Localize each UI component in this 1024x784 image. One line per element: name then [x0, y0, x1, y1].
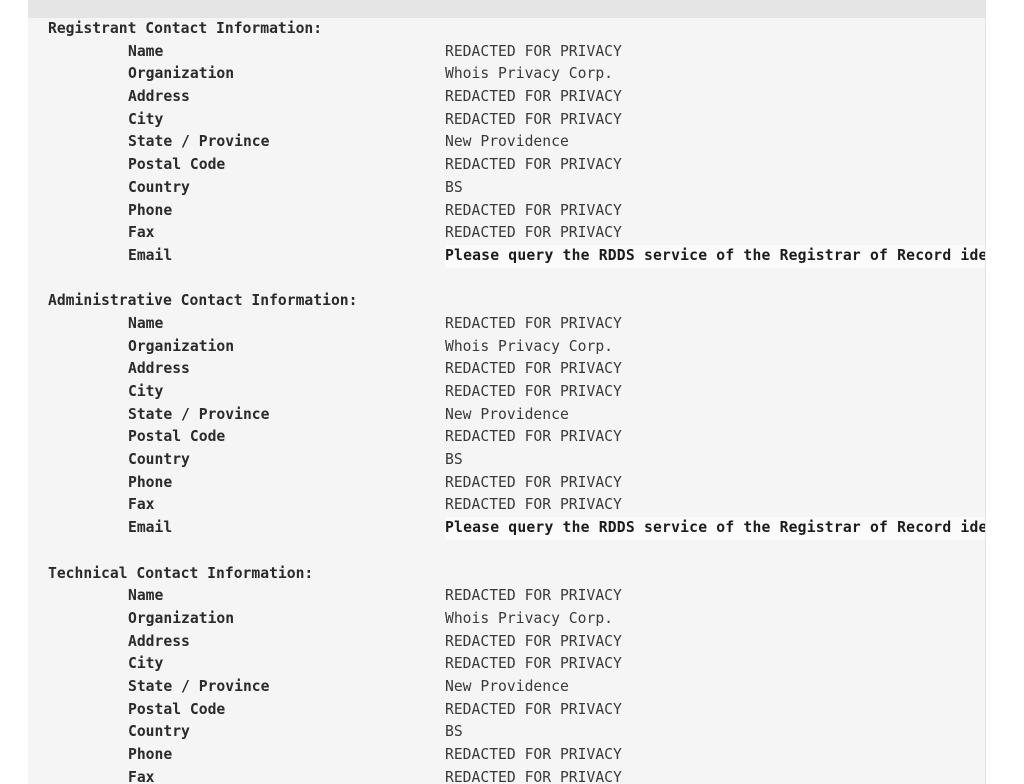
top-gray-band [28, 0, 985, 18]
field-value: BS [445, 451, 463, 469]
field-label: City [128, 110, 164, 128]
field-label: Address [128, 360, 190, 378]
field-label: Name [128, 42, 164, 60]
field-value: New Providence [445, 677, 569, 695]
section-heading: Administrative Contact Information: [48, 292, 358, 310]
field-row: Name REDACTED FOR PRIVACY [28, 41, 985, 64]
field-row: Address REDACTED FOR PRIVACY [28, 358, 985, 381]
field-value: BS [445, 723, 463, 741]
field-value: REDACTED FOR PRIVACY [445, 88, 622, 106]
field-value: REDACTED FOR PRIVACY [445, 224, 622, 242]
field-label: Name [128, 314, 164, 332]
field-row: Fax REDACTED FOR PRIVACY [28, 222, 985, 245]
field-row: State / Province New Providence [28, 404, 985, 427]
field-row: Organization Whois Privacy Corp. [28, 608, 985, 631]
field-row: Email Please query the RDDS service of th… [28, 244, 985, 268]
contact-section: Administrative Contact Information: Name R… [28, 290, 985, 540]
field-row: City REDACTED FOR PRIVACY [28, 381, 985, 404]
field-label: Country [128, 723, 190, 741]
field-label: Email [128, 246, 173, 264]
field-row: City REDACTED FOR PRIVACY [28, 653, 985, 676]
field-label: Postal Code [128, 428, 226, 446]
field-label: Organization [128, 65, 235, 83]
field-label: Email [128, 519, 173, 537]
field-row: Postal Code REDACTED FOR PRIVACY [28, 426, 985, 449]
field-label: Address [128, 632, 190, 650]
field-row: Postal Code REDACTED FOR PRIVACY [28, 154, 985, 177]
field-value: REDACTED FOR PRIVACY [445, 42, 622, 60]
field-row: Phone REDACTED FOR PRIVACY [28, 200, 985, 223]
field-value: REDACTED FOR PRIVACY [445, 655, 622, 673]
field-value: REDACTED FOR PRIVACY [445, 632, 622, 650]
field-label: Phone [128, 201, 173, 219]
field-label: Organization [128, 337, 235, 355]
field-row: Phone REDACTED FOR PRIVACY [28, 744, 985, 767]
field-row: Fax REDACTED FOR PRIVACY [28, 494, 985, 517]
field-value: REDACTED FOR PRIVACY [445, 383, 622, 400]
field-value: REDACTED FOR PRIVACY [445, 496, 622, 514]
field-row: Name REDACTED FOR PRIVACY [28, 585, 985, 608]
field-row: Name REDACTED FOR PRIVACY [28, 313, 985, 336]
field-value: REDACTED FOR PRIVACY [445, 700, 622, 718]
field-value: REDACTED FOR PRIVACY [445, 768, 622, 784]
field-label: Address [128, 88, 190, 106]
field-value: REDACTED FOR PRIVACY [445, 428, 622, 446]
field-value: REDACTED FOR PRIVACY [445, 473, 622, 491]
field-value: REDACTED FOR PRIVACY [445, 156, 622, 174]
field-label: Country [128, 178, 190, 196]
field-label: City [128, 655, 164, 673]
field-value: REDACTED FOR PRIVACY [445, 587, 622, 605]
field-label: Name [128, 587, 164, 605]
field-value: REDACTED FOR PRIVACY [445, 110, 622, 128]
field-label: Phone [128, 473, 173, 491]
field-value: Please query the RDDS service of the Reg… [445, 517, 985, 540]
field-label: Fax [128, 768, 155, 784]
field-label: State / Province [128, 405, 270, 423]
field-row: Country BS [28, 177, 985, 200]
field-label: State / Province [128, 133, 270, 151]
field-row: Organization Whois Privacy Corp. [28, 63, 985, 86]
field-value: Whois Privacy Corp. [445, 609, 614, 627]
field-label: Phone [128, 746, 173, 763]
field-value: BS [445, 178, 463, 196]
field-value: REDACTED FOR PRIVACY [445, 746, 622, 763]
field-value: New Providence [445, 405, 569, 423]
field-value: REDACTED FOR PRIVACY [445, 314, 622, 332]
whois-text-body: Registrant Contact Information: Name REDAC… [28, 18, 985, 784]
field-row: Email Please query the RDDS service of th… [28, 517, 985, 540]
field-row: State / Province New Providence [28, 676, 985, 699]
field-value: Whois Privacy Corp. [445, 65, 614, 83]
field-label: Fax [128, 496, 155, 514]
whois-document-column: Registrant Contact Information: Name REDAC… [28, 0, 986, 784]
field-label: Fax [128, 224, 155, 242]
field-value: Please query the RDDS service of the Reg… [445, 244, 985, 268]
section-heading: Technical Contact Information: [48, 564, 314, 582]
field-label: Postal Code [128, 700, 226, 718]
field-value: REDACTED FOR PRIVACY [445, 201, 622, 219]
field-row: Address REDACTED FOR PRIVACY [28, 631, 985, 654]
field-row: City REDACTED FOR PRIVACY [28, 109, 985, 132]
field-row: Phone REDACTED FOR PRIVACY [28, 472, 985, 495]
field-row: Country BS [28, 721, 985, 744]
contact-section: Technical Contact Information: Name REDACT… [28, 563, 985, 784]
field-label: Postal Code [128, 156, 226, 174]
field-value: Whois Privacy Corp. [445, 337, 614, 355]
field-label: City [128, 383, 164, 400]
field-row: Postal Code REDACTED FOR PRIVACY [28, 699, 985, 722]
page-root: Registrant Contact Information: Name REDAC… [0, 0, 1024, 784]
field-label: Country [128, 451, 190, 469]
field-row: State / Province New Providence [28, 131, 985, 154]
field-label: State / Province [128, 677, 270, 695]
field-label: Organization [128, 609, 235, 627]
field-row: Country BS [28, 449, 985, 472]
field-value: New Providence [445, 133, 569, 151]
field-row: Organization Whois Privacy Corp. [28, 336, 985, 359]
field-value: REDACTED FOR PRIVACY [445, 360, 622, 378]
field-row: Fax REDACTED FOR PRIVACY [28, 767, 985, 784]
field-row: Address REDACTED FOR PRIVACY [28, 86, 985, 109]
section-heading: Registrant Contact Information: [48, 20, 323, 37]
contact-section: Registrant Contact Information: Name REDAC… [28, 18, 985, 268]
